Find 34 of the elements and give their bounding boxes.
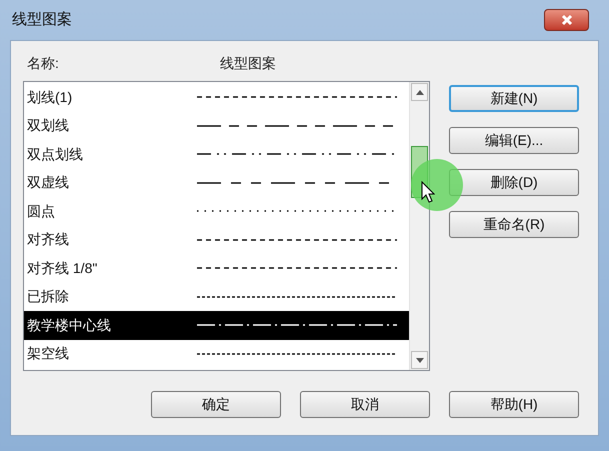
column-header: 线型图案 (220, 54, 276, 73)
row-name: 双划线 (26, 116, 70, 136)
dialog-button[interactable]: 取消 (300, 391, 430, 418)
scroll-up-icon[interactable] (411, 83, 428, 101)
dialog-button[interactable]: 帮助(H) (449, 391, 579, 418)
list-row[interactable]: 对齐线 (24, 226, 409, 254)
list-row[interactable]: 双划线 (24, 112, 409, 140)
row-name: 已拆除 (26, 287, 70, 306)
dialog-button[interactable]: 重命名(R) (449, 211, 579, 238)
column-header: 名称: (27, 54, 60, 73)
window-title: 线型图案 (12, 10, 72, 30)
row-name: 双虚线 (26, 173, 70, 192)
dialog-button[interactable]: 确定 (151, 391, 281, 418)
list-row[interactable]: 双点划线 (24, 140, 409, 168)
dialog-button[interactable]: 新建(N) (449, 85, 579, 112)
scroll-down-icon[interactable] (411, 351, 428, 369)
list-row[interactable]: 圆点 (24, 197, 409, 226)
row-name: 教学楼中心线 (26, 316, 112, 335)
row-name: 双点划线 (26, 144, 84, 164)
list-row[interactable]: 已拆除 (24, 282, 409, 311)
mouse-cursor-icon (421, 181, 435, 203)
close-button[interactable] (544, 9, 589, 31)
row-name: 对齐线 (26, 230, 70, 250)
dialog-button[interactable]: 编辑(E)... (449, 127, 579, 154)
list-row[interactable]: 对齐线 1/8" (24, 254, 409, 282)
row-name: 划线(1) (26, 88, 74, 107)
row-name: 对齐线 1/8" (26, 258, 98, 278)
close-icon (560, 14, 572, 26)
list-row[interactable]: 双虚线 (24, 168, 409, 197)
list-row[interactable]: 划线(1) (24, 83, 409, 112)
list-row[interactable]: 教学楼中心线 (24, 311, 409, 340)
list-row[interactable]: 架空线 (24, 340, 409, 368)
row-name: 架空线 (26, 344, 70, 364)
row-name: 圆点 (26, 202, 56, 221)
